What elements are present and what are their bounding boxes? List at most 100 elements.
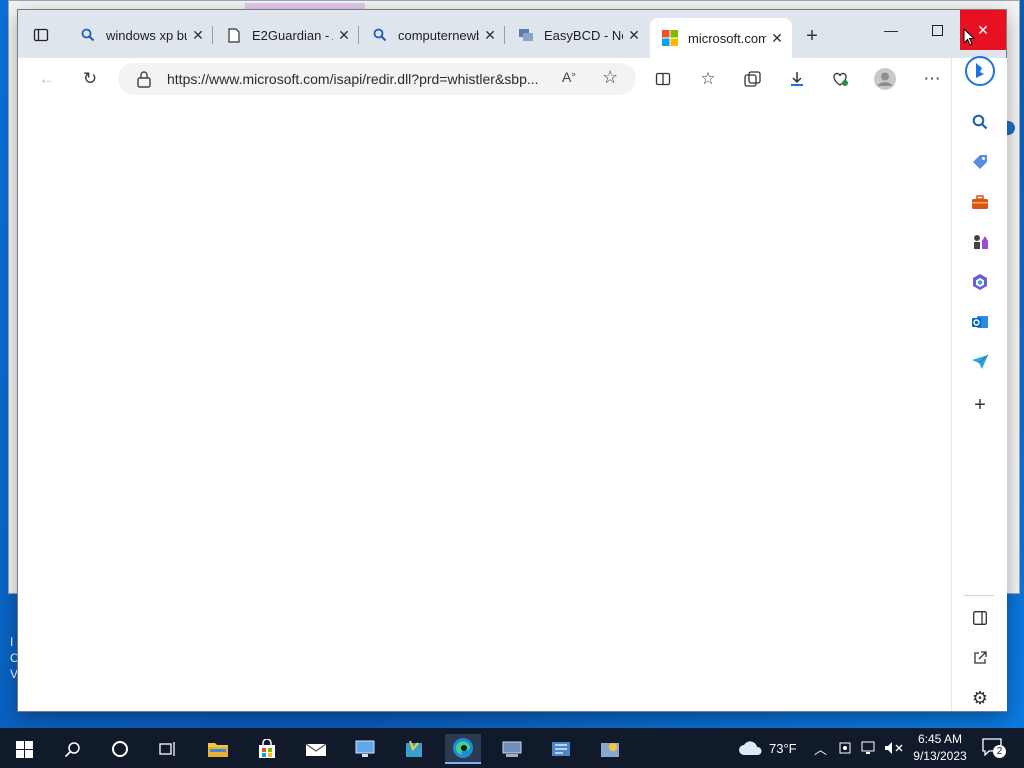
easybcd-icon (518, 27, 534, 43)
device-icon[interactable] (838, 741, 854, 755)
mouse-cursor-icon (963, 28, 975, 46)
plus-icon: + (974, 393, 986, 416)
tab-microsoft[interactable]: microsoft.com/ ✕ (650, 18, 792, 58)
taskbar-app-green[interactable] (396, 734, 432, 764)
sidebar-settings-button[interactable]: ⚙ (968, 686, 992, 710)
bing-chat-button[interactable] (963, 54, 997, 88)
sidebar-add-button[interactable]: + (968, 393, 992, 417)
minimize-icon: — (884, 22, 898, 38)
minimize-button[interactable]: — (868, 10, 914, 50)
taskbar-store[interactable] (249, 734, 285, 764)
show-hidden-icons-button[interactable]: ︿ (814, 728, 827, 768)
tab-windows-xp[interactable]: windows xp bu ✕ (68, 20, 213, 50)
volume-muted-icon[interactable] (884, 741, 904, 755)
refresh-icon: ↻ (82, 69, 98, 88)
tag-icon (973, 155, 987, 169)
background-tab (245, 3, 365, 9)
tab-strip: windows xp bu ✕ E2Guardian - A ✕ compute… (18, 10, 1006, 58)
back-arrow-icon: ← (38, 69, 56, 88)
page-content (18, 100, 951, 711)
close-tab-icon[interactable]: ✕ (766, 27, 788, 49)
avatar-icon (874, 68, 896, 90)
profile-button[interactable] (872, 66, 898, 92)
outlook-icon (972, 316, 988, 328)
control-panel-icon (601, 743, 619, 757)
tab-title: EasyBCD - Neo (544, 27, 623, 43)
browser-essentials-button[interactable] (827, 66, 853, 92)
page-icon (226, 27, 242, 43)
browser-toolbar: ← ↻ https://www.microsoft.com/isapi/redi… (18, 58, 1006, 101)
more-options-icon: ⋯ (923, 69, 941, 88)
cortana-button[interactable] (102, 734, 138, 764)
taskbar-edge[interactable] (445, 734, 481, 764)
read-aloud-icon[interactable]: A» (562, 69, 576, 85)
tab-computernewb[interactable]: computernewb ✕ (360, 20, 505, 50)
taskbar-app-control[interactable] (592, 734, 628, 764)
chevron-up-icon: ︿ (814, 741, 828, 757)
split-screen-button[interactable] (650, 66, 676, 92)
address-bar[interactable]: https://www.microsoft.com/isapi/redir.dl… (118, 63, 636, 95)
computer-icon (502, 741, 522, 757)
taskbar-file-explorer[interactable] (200, 734, 236, 764)
bing-icon (965, 56, 995, 86)
sidebar-office-button[interactable] (968, 270, 992, 294)
sidebar-outlook-button[interactable] (968, 310, 992, 334)
new-tab-button[interactable]: + (800, 24, 824, 48)
notification-center-button[interactable]: 2 (982, 738, 1006, 758)
taskbar-remote-desktop[interactable] (347, 734, 383, 764)
downloads-button[interactable] (784, 66, 810, 92)
taskbar-clock[interactable]: 6:45 AM 9/13/2023 (906, 731, 974, 765)
download-icon (791, 72, 803, 86)
weather-temperature: 73°F (769, 740, 797, 756)
clock-date: 9/13/2023 (913, 749, 967, 763)
tab-actions-button[interactable] (26, 22, 56, 48)
sidebar-drop-button[interactable] (968, 350, 992, 374)
split-screen-icon (655, 72, 671, 86)
external-link-icon (974, 651, 987, 664)
task-view-button[interactable] (150, 734, 186, 764)
start-button[interactable] (6, 734, 42, 764)
sidebar-games-button[interactable] (968, 230, 992, 254)
taskbar-app-network[interactable] (543, 734, 579, 764)
taskbar-mail[interactable] (298, 734, 334, 764)
network-icon[interactable] (860, 741, 878, 755)
folder-icon (208, 743, 228, 757)
toolbox-icon (972, 195, 988, 209)
sidebar-tools-button[interactable] (968, 190, 992, 214)
tab-actions-icon (33, 28, 49, 42)
weather-widget[interactable]: 73°F (738, 728, 797, 768)
close-tab-icon[interactable]: ✕ (479, 24, 501, 46)
microsoft-logo-icon (662, 30, 678, 46)
open-external-button[interactable] (968, 646, 992, 670)
close-tab-icon[interactable]: ✕ (333, 24, 355, 46)
close-tab-icon[interactable]: ✕ (187, 24, 209, 46)
lock-icon (137, 71, 151, 88)
taskbar-search-button[interactable] (54, 734, 90, 764)
tool-app-icon (406, 740, 422, 757)
favorite-star-icon[interactable]: ☆ (602, 67, 618, 88)
tray-icons (838, 728, 904, 768)
url-text: https://www.microsoft.com/isapi/redir.dl… (167, 71, 539, 87)
tab-title: computernewb (398, 27, 479, 43)
windows-logo-icon (15, 740, 33, 758)
tab-title: E2Guardian - A (252, 27, 333, 43)
back-button[interactable]: ← (34, 66, 60, 92)
collections-icon (743, 70, 761, 87)
tab-e2guardian[interactable]: E2Guardian - A ✕ (214, 20, 359, 50)
sidebar-search-button[interactable] (968, 110, 992, 134)
tab-easybcd[interactable]: EasyBCD - Neo ✕ (506, 20, 649, 50)
close-tab-icon[interactable]: ✕ (623, 24, 645, 46)
settings-menu-button[interactable]: ⋯ (919, 66, 945, 92)
favorites-icon: ☆ (700, 69, 716, 88)
collections-button[interactable] (739, 66, 765, 92)
sidebar-shopping-button[interactable] (968, 150, 992, 174)
tab-title: microsoft.com/ (688, 30, 766, 46)
hide-sidebar-button[interactable] (968, 606, 992, 630)
taskbar-app-computer[interactable] (494, 734, 530, 764)
favorites-button[interactable]: ☆ (695, 66, 721, 92)
maximize-button[interactable] (914, 10, 960, 50)
close-icon: ✕ (977, 21, 989, 38)
network-app-icon (552, 742, 570, 756)
refresh-button[interactable]: ↻ (77, 66, 103, 92)
heart-pulse-icon (833, 72, 848, 86)
